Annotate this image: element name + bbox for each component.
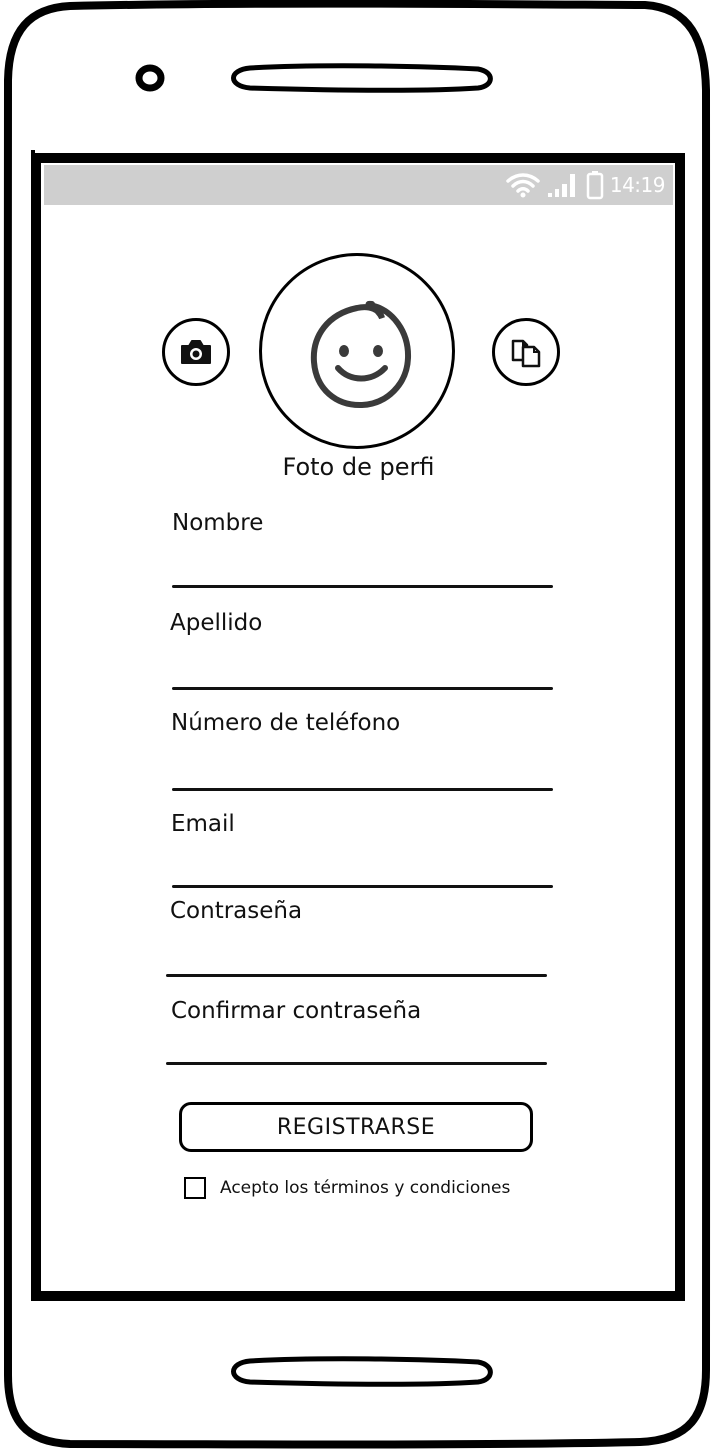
- terms-checkbox[interactable]: [184, 1177, 206, 1199]
- camera-icon: [181, 340, 211, 364]
- field-underline: [172, 788, 553, 791]
- field-label: Contraseña: [170, 898, 303, 924]
- field-label: Apellido: [170, 610, 263, 636]
- status-time: 14:19: [609, 173, 666, 197]
- signal-icon: [547, 174, 575, 197]
- field-underline: [166, 974, 547, 977]
- wifi-icon: [506, 173, 540, 198]
- field-underline: [172, 885, 553, 888]
- field-label: Nombre: [172, 510, 264, 536]
- terms-label: Acepto los términos y condiciones: [220, 1178, 511, 1198]
- field-underline: [172, 687, 553, 690]
- status-bar: 14:19: [44, 165, 673, 205]
- field-label: Confirmar contraseña: [171, 998, 422, 1024]
- camera-button[interactable]: [162, 318, 230, 386]
- front-camera: [135, 64, 165, 92]
- register-button[interactable]: REGISTRARSE: [179, 1102, 533, 1152]
- battery-icon: [586, 171, 604, 200]
- gallery-button[interactable]: [492, 318, 560, 386]
- gallery-icon: [511, 339, 541, 368]
- smiley-face-icon: [310, 300, 412, 409]
- profile-photo-caption: Foto de perfi: [282, 453, 435, 481]
- speaker-slot: [231, 63, 493, 93]
- home-bar: [231, 1356, 493, 1387]
- profile-photo[interactable]: [259, 253, 455, 449]
- field-underline: [172, 585, 553, 588]
- field-label: Número de teléfono: [171, 710, 401, 736]
- field-label: Email: [171, 811, 235, 837]
- terms-row: Acepto los términos y condiciones: [184, 1177, 510, 1199]
- status-icons: 14:19: [506, 171, 666, 200]
- app-screen: 14:19 Foto de perfi Nombre Apellido Núme…: [44, 165, 673, 1288]
- field-underline: [166, 1062, 547, 1065]
